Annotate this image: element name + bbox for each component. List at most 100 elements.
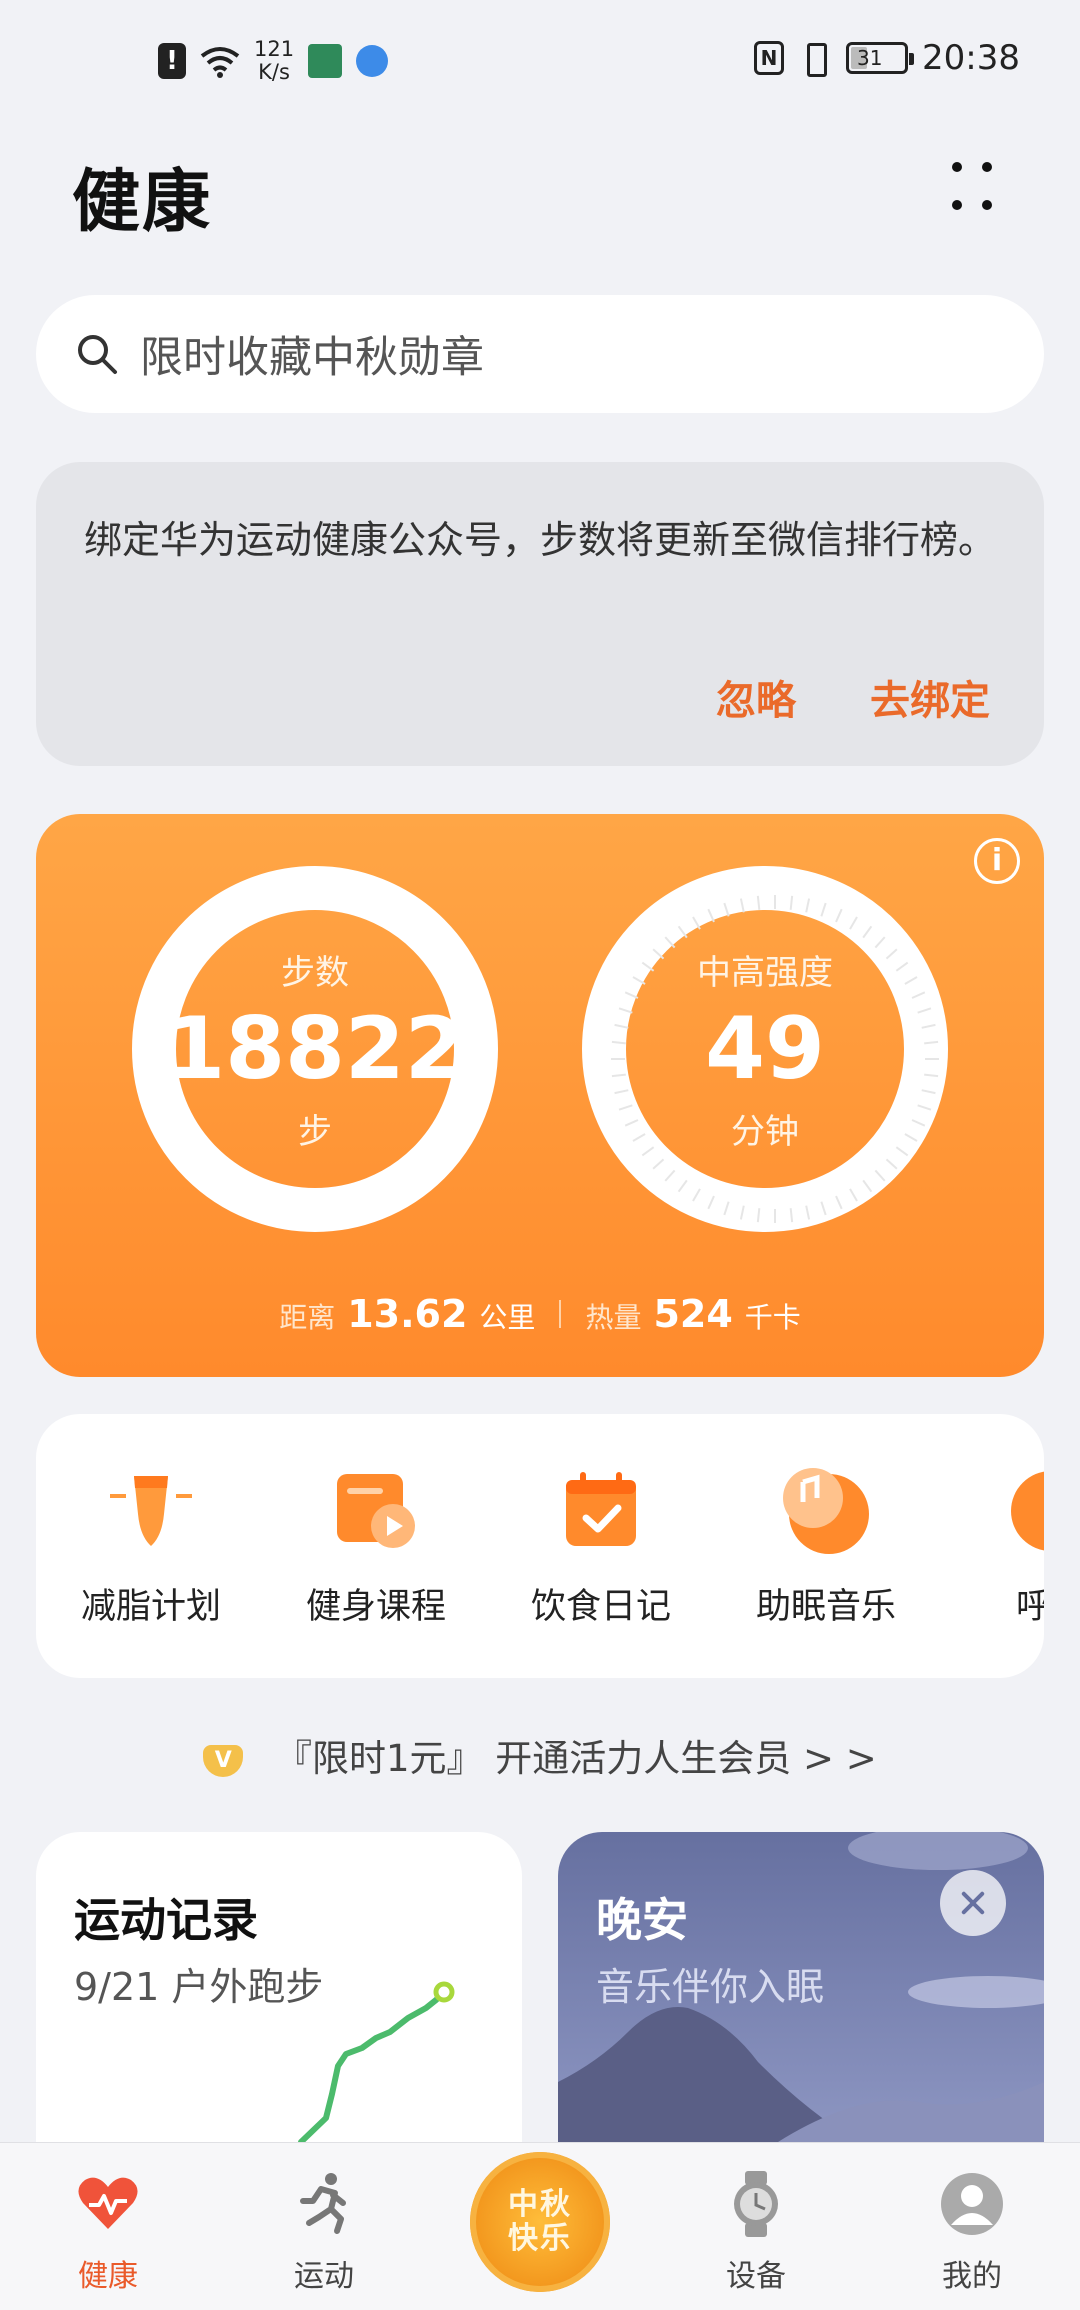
ring-tick [835, 1195, 843, 1210]
fitness-course-icon [331, 1466, 421, 1556]
service-label: 饮食日记 [530, 1587, 671, 1627]
info-icon[interactable]: i [974, 838, 1020, 884]
exercise-record-card[interactable]: 运动记录 9/21 户外跑步 [36, 1832, 522, 2142]
vip-badge-icon: V [203, 1745, 244, 1777]
service-sleep-music[interactable]: 助眠音乐 [731, 1466, 921, 1629]
vibrate-icon [798, 41, 832, 77]
ring-tick [707, 1195, 715, 1210]
ring-tick [692, 1188, 701, 1202]
steps-value: 18822 [165, 999, 465, 1099]
tab-devices[interactable]: 设备 [681, 2171, 831, 2295]
ring-tick [756, 895, 761, 910]
profile-icon [939, 2171, 1005, 2237]
mooncake-line2: 快乐 [508, 2221, 572, 2256]
ring-tick [904, 1133, 918, 1142]
ring-tick [924, 1073, 939, 1078]
calories-label: 热量 [585, 1301, 642, 1334]
ring-tick [917, 1104, 932, 1111]
steps-ring[interactable]: 步数 18822 步 [132, 866, 498, 1232]
ring-tick [789, 1208, 794, 1223]
ring-tick [917, 1007, 932, 1014]
calories-unit: 千卡 [744, 1301, 801, 1334]
diet-diary-icon [556, 1466, 646, 1556]
wifi-icon [200, 47, 240, 78]
fat-loss-icon [106, 1466, 196, 1556]
intensity-label: 中高强度 [697, 953, 833, 993]
service-fat-loss[interactable]: 减脂计划 [56, 1466, 246, 1629]
service-label: 呼吸 [1015, 1587, 1044, 1627]
clock: 20:38 [922, 38, 1020, 78]
mooncake-line1: 中秋 [508, 2187, 572, 2222]
ignore-button[interactable]: 忽略 [716, 668, 796, 726]
tab-label: 我的 [942, 2259, 1002, 2294]
ring-tick [820, 1201, 827, 1216]
close-icon[interactable] [940, 1870, 1006, 1936]
ring-tick [789, 895, 794, 910]
divider [559, 1300, 562, 1328]
ring-tick [904, 976, 918, 985]
net-speed: 121 K/s [254, 37, 295, 84]
sleep-music-icon [781, 1466, 871, 1556]
bind-button[interactable]: 去绑定 [870, 668, 990, 726]
intensity-value: 49 [705, 999, 825, 1099]
battery-level: 31 [857, 46, 883, 70]
intensity-unit: 分钟 [731, 1112, 799, 1152]
ring-tick [911, 991, 926, 999]
distance-value: 13.62 [347, 1292, 468, 1336]
ring-tick [611, 1040, 626, 1045]
calories-value: 524 [653, 1292, 733, 1336]
ring-tick [921, 1089, 936, 1095]
ring-tick [849, 1188, 858, 1202]
browser-notification-icon [356, 45, 389, 77]
ring-tick [723, 1201, 730, 1216]
running-icon [291, 2171, 357, 2237]
ring-tick [611, 1073, 626, 1078]
more-options-button[interactable] [944, 158, 1000, 214]
vip-promo-text: 『限时1元』 开通活力人生会员 > > [274, 1737, 877, 1780]
page-title: 健康 [72, 163, 213, 242]
night-title: 晚安 [596, 1893, 688, 1947]
search-placeholder: 限时收藏中秋勋章 [140, 333, 484, 383]
activity-card[interactable]: i 步数 18822 步 中高强度 49 分钟 距离 13.62 公里 热量 5… [36, 814, 1044, 1377]
service-label: 助眠音乐 [755, 1587, 896, 1627]
tab-label: 健康 [78, 2259, 138, 2294]
status-bar: ! 121 K/s N 31 20:38 [0, 0, 1080, 125]
service-fitness-course[interactable]: 健身课程 [281, 1466, 471, 1629]
ring-tick [805, 1205, 811, 1220]
steps-label: 步数 [281, 953, 349, 993]
watch-icon [723, 2171, 789, 2237]
run-route-chart [298, 1981, 455, 2142]
ring-tick [756, 1208, 761, 1223]
ring-tick [924, 1040, 939, 1045]
app-notification-icon [308, 44, 343, 78]
heart-icon [75, 2171, 141, 2237]
services-row: 减脂计划 健身课程 饮食日记 助眠音乐 呼 [36, 1414, 1044, 1678]
service-label: 减脂计划 [80, 1587, 221, 1627]
search-bar[interactable]: 限时收藏中秋勋章 [36, 295, 1044, 413]
tab-exercise[interactable]: 运动 [249, 2171, 399, 2295]
service-label: 健身课程 [305, 1587, 446, 1627]
tab-profile[interactable]: 我的 [897, 2171, 1047, 2295]
mooncake-festival-button[interactable]: 中秋 快乐 [470, 2152, 610, 2292]
battery-icon: 31 [846, 42, 915, 74]
nfc-icon: N [754, 41, 785, 75]
activity-summary: 距离 13.62 公里 热量 524 千卡 [36, 1292, 1044, 1336]
service-diet-diary[interactable]: 饮食日记 [506, 1466, 696, 1629]
vip-promo[interactable]: V 『限时1元』 开通活力人生会员 > > [0, 1728, 1080, 1782]
ring-tick [921, 1023, 936, 1029]
alert-icon: ! [158, 43, 186, 79]
tab-health[interactable]: 健康 [33, 2171, 183, 2295]
service-breathing[interactable]: 呼吸 [956, 1466, 1044, 1629]
wechat-bind-notice: 绑定华为运动健康公众号，步数将更新至微信排行榜。 忽略 去绑定 [36, 462, 1044, 766]
intensity-ring[interactable]: 中高强度 49 分钟 [582, 866, 948, 1232]
distance-unit: 公里 [479, 1301, 536, 1334]
breathing-icon [1006, 1466, 1044, 1556]
distance-label: 距离 [279, 1301, 336, 1334]
ring-tick [739, 1205, 745, 1220]
steps-unit: 步 [298, 1112, 332, 1152]
night-subtitle: 音乐伴你入眠 [596, 1965, 825, 2009]
ring-tick [911, 1119, 926, 1127]
tab-label: 设备 [726, 2259, 786, 2294]
good-night-card[interactable]: 晚安 音乐伴你入眠 [558, 1832, 1044, 2142]
notice-text: 绑定华为运动健康公众号，步数将更新至微信排行榜。 [84, 518, 997, 562]
